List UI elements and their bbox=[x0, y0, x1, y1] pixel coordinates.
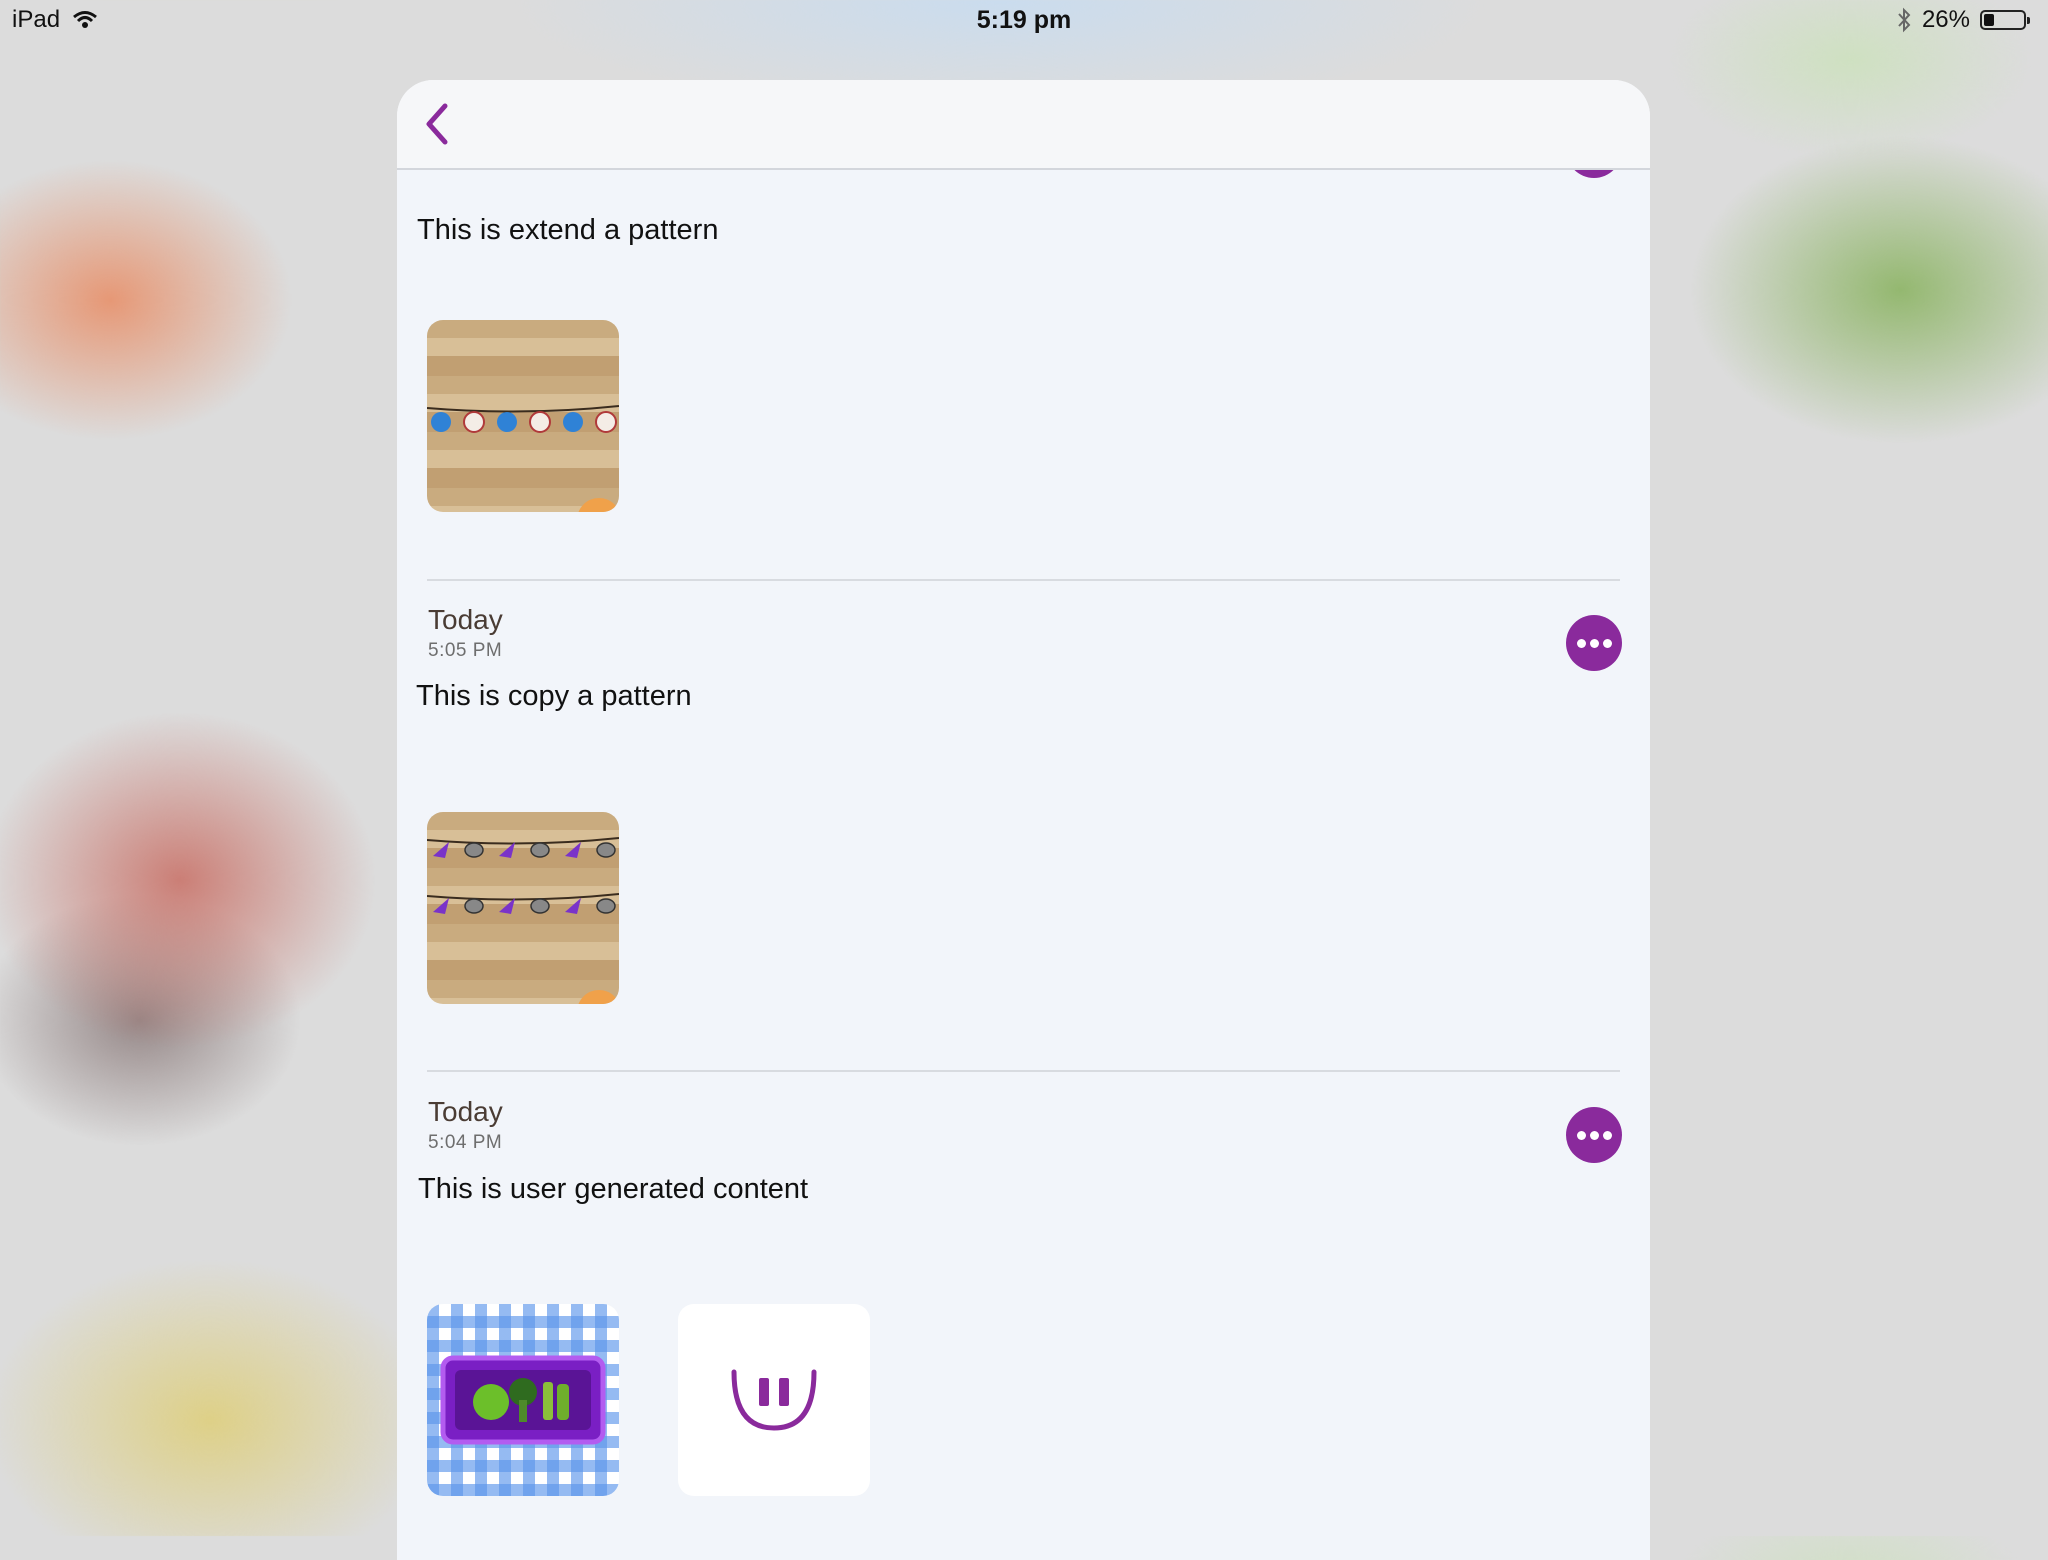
entry-text: This is user generated content bbox=[418, 1173, 809, 1205]
bluetooth-icon bbox=[1898, 7, 1911, 33]
pattern-thumbnail[interactable] bbox=[427, 320, 619, 512]
entry-time: 5:04 PM bbox=[428, 1132, 503, 1153]
extend-pattern-image bbox=[427, 405, 619, 512]
pattern-thumbnail[interactable] bbox=[427, 812, 619, 1004]
status-right: 26% bbox=[1896, 6, 2030, 34]
ellipsis-icon bbox=[1576, 1130, 1586, 1140]
entry-date: Today bbox=[428, 604, 503, 635]
ellipsis-icon bbox=[1576, 638, 1586, 648]
battery-icon bbox=[1980, 10, 2030, 30]
pause-icon bbox=[731, 1369, 817, 1431]
battery-percent: 26% bbox=[1921, 6, 1970, 33]
journal-sheet: This is extend a pattern Today 5:05 PM T… bbox=[397, 80, 1650, 1560]
status-bar: iPad 5:19 pm 26% bbox=[0, 0, 2048, 40]
entry-date: Today bbox=[428, 1096, 503, 1127]
chevron-left-icon bbox=[426, 103, 448, 145]
back-button[interactable] bbox=[415, 100, 463, 148]
battery-level bbox=[1984, 14, 1994, 26]
entry-text: This is copy a pattern bbox=[416, 680, 692, 712]
entry-time: 5:05 PM bbox=[428, 640, 503, 661]
fruit-veg-image bbox=[440, 1355, 606, 1445]
audio-attachment[interactable] bbox=[678, 1304, 870, 1496]
entry-text: This is extend a pattern bbox=[417, 214, 719, 246]
clock: 5:19 pm bbox=[976, 6, 1072, 34]
divider bbox=[427, 579, 1620, 581]
more-options-button[interactable] bbox=[1566, 1107, 1622, 1163]
divider bbox=[427, 1070, 1620, 1072]
fruit-veg-thumbnail[interactable] bbox=[427, 1304, 619, 1496]
more-options-button[interactable] bbox=[1566, 615, 1622, 671]
copy-pattern-image bbox=[427, 837, 619, 1004]
navigation-bar bbox=[397, 80, 1650, 170]
